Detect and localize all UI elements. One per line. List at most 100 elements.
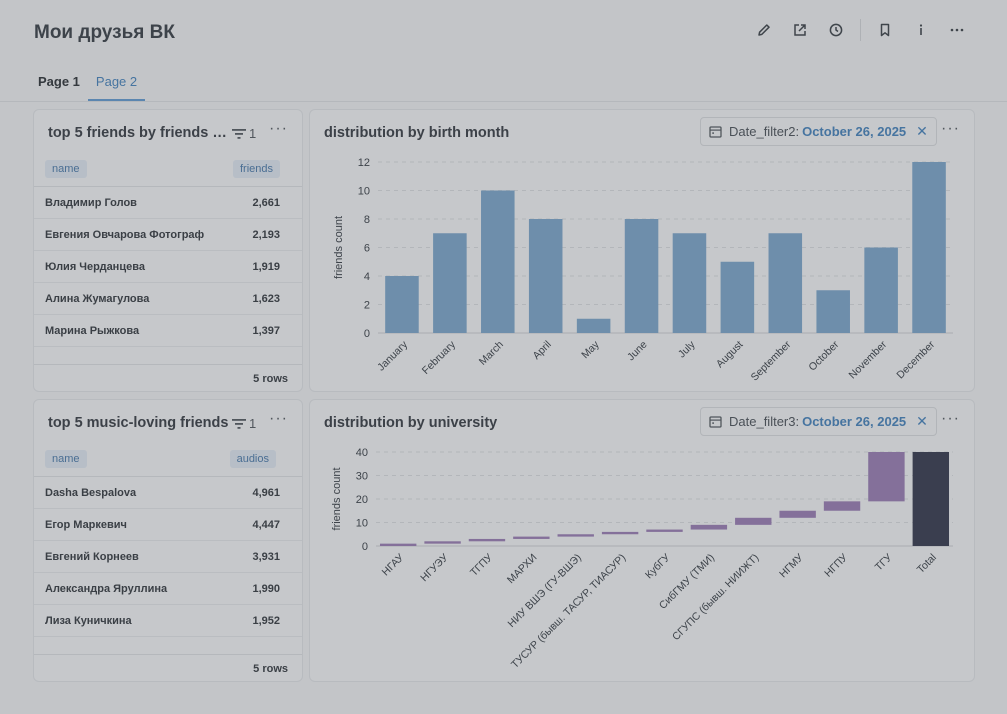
table-row[interactable]: Лиза Куничкина 1,952 (34, 605, 302, 637)
y-tick-label: 4 (364, 271, 370, 283)
column-header-friends[interactable]: friends (232, 160, 280, 178)
bar (690, 524, 728, 530)
dashboard-header: Мои друзья ВК Page 1 Page 2 (0, 0, 1007, 102)
x-tick-label: НИУ ВШЭ (ГУ-ВШЭ) (505, 552, 583, 630)
university-chart: 0 10 20 30 40 friends count НГАУ НГУЭУ ТГПУ МАРХИ… (331, 447, 953, 671)
bar (528, 219, 563, 333)
y-tick-label: 10 (356, 518, 368, 530)
bar (735, 517, 772, 525)
friends-table-card: top 5 friends by friends co... 1 ··· nam… (33, 109, 303, 392)
cell-value: 1,919 (252, 261, 280, 273)
birth-month-chart-card: distribution by birth month Date_filter2… (309, 109, 975, 392)
y-tick-label: 12 (358, 157, 370, 169)
row-count: 5 rows (253, 663, 288, 675)
x-tick-label: Total (915, 552, 939, 576)
table-row[interactable]: Евгения Овчарова Фотограф 2,193 (34, 219, 302, 251)
y-tick-label: 10 (358, 186, 370, 198)
table-row[interactable]: Александра Яруллина 1,990 (34, 573, 302, 605)
filter-indicator[interactable]: 1 (232, 416, 256, 431)
y-tick-label: 2 (364, 300, 370, 312)
cell-value: 2,193 (252, 229, 280, 241)
x-tick-label: ТГПУ (468, 551, 495, 578)
x-tick-label: March (477, 339, 506, 368)
bar (468, 538, 506, 542)
table-header: name audios (34, 444, 302, 477)
bar (912, 452, 950, 546)
filter-indicator[interactable]: 1 (232, 126, 256, 141)
more-icon (950, 28, 964, 32)
table-row[interactable]: Владимир Голов 2,661 (34, 187, 302, 219)
y-axis-label: friends count (333, 216, 345, 279)
column-header-name[interactable]: name (45, 450, 87, 468)
close-icon[interactable]: ✕ (916, 413, 928, 430)
x-tick-label: НГМУ (777, 551, 806, 580)
bar (868, 452, 905, 502)
cell-value: 1,990 (252, 583, 280, 595)
more-button[interactable] (939, 20, 975, 40)
x-tick-label: January (375, 338, 410, 373)
table-row[interactable]: Егор Маркевич 4,447 (34, 509, 302, 541)
share-button[interactable] (782, 20, 818, 40)
column-header-audios[interactable]: audios (229, 450, 276, 468)
cell-value: 4,447 (252, 519, 280, 531)
bookmark-icon (880, 23, 890, 37)
x-tick-label: МАРХИ (505, 552, 540, 587)
card-menu-button[interactable]: ··· (941, 120, 960, 138)
x-tick-label: November (847, 338, 890, 381)
card-title: top 5 music-loving friends (48, 415, 229, 431)
cell-value: 1,623 (252, 293, 280, 305)
cell-value: 4,961 (252, 487, 280, 499)
row-count: 5 rows (253, 373, 288, 385)
filter-count: 1 (249, 416, 257, 431)
cell-name: Алина Жумагулова (45, 293, 150, 305)
birth-month-chart: 0 2 4 6 8 10 12 friends count January February Mar… (333, 157, 953, 383)
x-tick-label: September (749, 338, 794, 383)
calendar-icon (709, 416, 722, 428)
y-tick-label: 6 (364, 243, 370, 255)
info-button[interactable] (903, 20, 939, 40)
table-row[interactable]: Марина Рыжкова 1,397 (34, 315, 302, 347)
date-filter-chip[interactable]: Date_filter2: October 26, 2025 ✕ (700, 117, 937, 146)
history-button[interactable] (818, 20, 854, 40)
tab-page-2[interactable]: Page 2 (87, 74, 146, 101)
bar (624, 219, 659, 333)
cell-value: 2,661 (252, 197, 280, 209)
header-actions (746, 19, 975, 41)
bar (433, 233, 467, 333)
table-row[interactable]: Алина Жумагулова 1,623 (34, 283, 302, 315)
card-menu-button[interactable]: ··· (941, 410, 960, 428)
date-filter-label: Date_filter3: (729, 414, 800, 429)
card-title: distribution by university (324, 415, 498, 431)
table-footer: 5 rows (34, 654, 302, 681)
clock-icon (829, 23, 843, 37)
y-tick-label: 30 (356, 471, 368, 483)
table-row[interactable]: Юлия Черданцева 1,919 (34, 251, 302, 283)
edit-button[interactable] (746, 20, 782, 40)
card-menu-button[interactable]: ··· (269, 410, 288, 428)
card-menu-button[interactable]: ··· (269, 120, 288, 138)
x-tick-label: КубГУ (643, 551, 673, 581)
filter-icon (232, 128, 246, 139)
cell-value: 1,952 (252, 615, 280, 627)
tab-page-1[interactable]: Page 1 (30, 74, 88, 101)
date-filter-chip[interactable]: Date_filter3: October 26, 2025 ✕ (700, 407, 937, 436)
info-icon (919, 24, 923, 35)
page-tabs: Page 1 Page 2 (30, 74, 146, 101)
share-icon (794, 24, 806, 36)
card-title: distribution by birth month (324, 125, 510, 141)
y-axis-label: friends count (331, 468, 343, 531)
cell-name: Марина Рыжкова (45, 325, 140, 337)
x-tick-label: June (625, 339, 650, 364)
table-row[interactable]: Евгений Корнеев 3,931 (34, 541, 302, 573)
x-tick-label: May (579, 338, 602, 361)
x-tick-label: СГУПС (бывш. НИИЖТ) (670, 552, 761, 643)
x-tick-label: October (806, 338, 841, 373)
column-header-name[interactable]: name (45, 160, 87, 178)
bookmark-button[interactable] (867, 20, 903, 40)
bar (424, 541, 461, 544)
pencil-icon (758, 24, 770, 36)
close-icon[interactable]: ✕ (916, 123, 928, 140)
x-tick-label: НГПУ (822, 551, 850, 579)
table-row[interactable]: Dasha Bespalova 4,961 (34, 477, 302, 509)
table-footer: 5 rows (34, 364, 302, 391)
